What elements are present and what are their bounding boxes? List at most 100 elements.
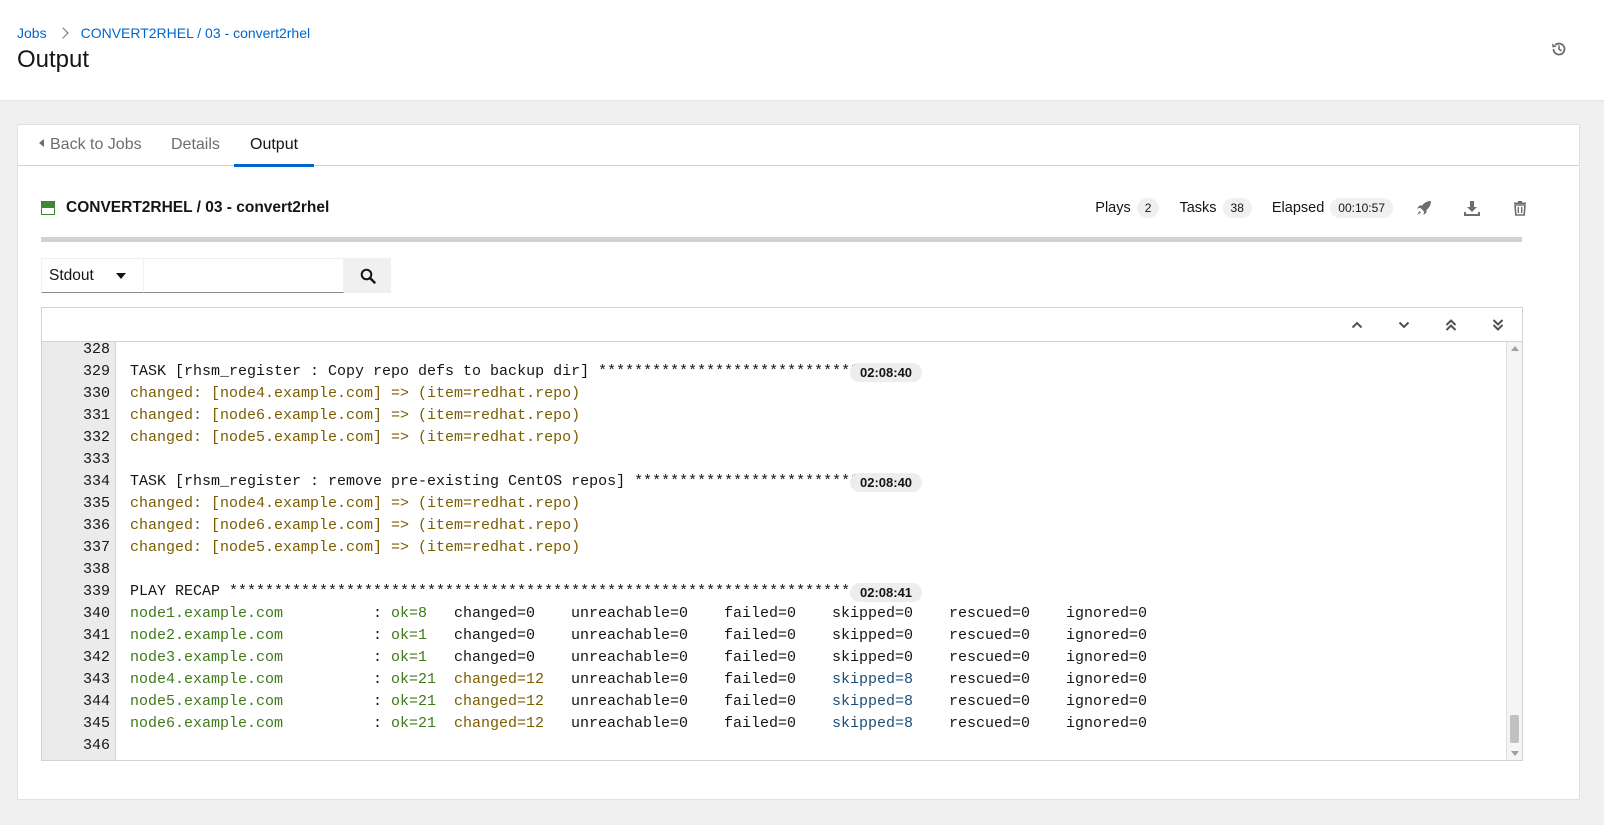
recap-rescued: rescued=0: [949, 671, 1031, 688]
line-number: 338: [82, 561, 110, 578]
tab-details[interactable]: Details: [171, 125, 220, 166]
recap-host: node5.example.com: [130, 693, 284, 710]
output-line: 341 node2.example.com: ok=1 changed=0 unreac…: [42, 625, 1507, 647]
output-lines: 328 329 TASK [rhsm_register : Copy repo de…: [42, 342, 1507, 760]
recap-unreachable: unreachable=0: [571, 649, 689, 666]
output-toolbar: [42, 308, 1522, 342]
recap-host: node3.example.com: [130, 649, 284, 666]
job-stats: Plays 2 Tasks 38 Elapsed 00:10:57: [1095, 193, 1556, 223]
chevron-right-icon: [56, 27, 69, 39]
output-line: 344 node5.example.com: ok=21 changed=12 unre…: [42, 691, 1507, 713]
line-number: 331: [82, 407, 110, 424]
recap-colon: :: [373, 627, 383, 644]
output-line: 338: [42, 559, 1507, 581]
stream-select[interactable]: Stdout: [41, 258, 144, 293]
line-text: changed: [node6.example.com] => (item=re…: [130, 407, 581, 424]
line-number: 342: [82, 649, 110, 666]
output-line: 346: [42, 735, 1507, 757]
line-number: 335: [82, 495, 110, 512]
recap-colon: :: [373, 649, 383, 666]
recap-ignored: ignored=0: [1066, 649, 1148, 666]
recap-unreachable: unreachable=0: [571, 671, 689, 688]
recap-skipped: skipped=0: [832, 605, 914, 622]
line-text: changed: [node5.example.com] => (item=re…: [130, 539, 581, 556]
recap-ok: ok=21: [391, 671, 437, 688]
job-output-panel: 328 329 TASK [rhsm_register : Copy repo de…: [41, 307, 1523, 761]
page-header: Jobs CONVERT2RHEL / 03 - convert2rhel Ou…: [0, 0, 1604, 101]
rocket-icon[interactable]: [1415, 199, 1433, 217]
output-line: 334 TASK [rhsm_register : remove pre-exis…: [42, 471, 1507, 493]
recap-unreachable: unreachable=0: [571, 693, 689, 710]
trash-icon[interactable]: [1511, 199, 1529, 217]
recap-colon: :: [373, 605, 383, 622]
output-line: 343 node4.example.com: ok=21 changed=12 unre…: [42, 669, 1507, 691]
chevron-up-icon[interactable]: [1349, 317, 1365, 333]
line-number: 346: [82, 737, 110, 754]
search-button[interactable]: [344, 258, 391, 293]
output-line: 328: [42, 342, 1507, 361]
recap-unreachable: unreachable=0: [571, 605, 689, 622]
output-scrollbar[interactable]: [1506, 342, 1522, 760]
recap-host: node2.example.com: [130, 627, 284, 644]
line-number: 330: [82, 385, 110, 402]
line-text: changed: [node4.example.com] => (item=re…: [130, 385, 581, 402]
scroll-up-arrow-icon[interactable]: [1511, 346, 1519, 351]
recap-skipped: skipped=8: [832, 671, 914, 688]
tasks-label: Tasks: [1179, 200, 1217, 216]
recap-ok: ok=8: [391, 605, 428, 622]
output-search: Stdout: [41, 258, 391, 293]
line-number: 328: [82, 342, 110, 358]
recap-changed: changed=12: [454, 693, 545, 710]
double-chevron-up-icon[interactable]: [1443, 317, 1459, 333]
plays-count-badge: 2: [1136, 198, 1160, 218]
scrollbar-thumb[interactable]: [1510, 715, 1519, 743]
tab-output[interactable]: Output: [234, 125, 315, 167]
chevron-down-icon[interactable]: [1396, 317, 1412, 333]
recap-changed: changed=12: [454, 671, 545, 688]
timestamp-badge: 02:08:41: [850, 583, 923, 602]
job-output-card: Back to Jobs Details Output CONVERT2RHEL…: [17, 124, 1580, 800]
download-icon[interactable]: [1463, 199, 1481, 217]
recap-changed: changed=0: [454, 649, 536, 666]
recap-host: node1.example.com: [130, 605, 284, 622]
job-name: CONVERT2RHEL / 03 - convert2rhel: [66, 199, 330, 216]
recap-ignored: ignored=0: [1066, 671, 1148, 688]
output-line: 330 changed: [node4.example.com] => (item…: [42, 383, 1507, 405]
tab-back-to-jobs[interactable]: Back to Jobs: [39, 125, 142, 166]
recap-skipped: skipped=0: [832, 627, 914, 644]
timestamp-badge: 02:08:40: [850, 473, 923, 492]
recap-skipped: skipped=8: [832, 715, 914, 732]
recap-ignored: ignored=0: [1066, 715, 1148, 732]
output-line: 332 changed: [node5.example.com] => (item…: [42, 427, 1507, 449]
line-number: 343: [82, 671, 110, 688]
recap-unreachable: unreachable=0: [571, 627, 689, 644]
output-line: 329 TASK [rhsm_register : Copy repo defs …: [42, 361, 1507, 383]
breadcrumb-jobs-link[interactable]: Jobs: [17, 25, 47, 41]
status-running-icon: [41, 201, 55, 215]
line-number: 344: [82, 693, 110, 710]
plays-label: Plays: [1095, 200, 1131, 216]
search-input[interactable]: [144, 258, 344, 293]
timestamp-badge: 02:08:40: [850, 363, 923, 382]
history-icon[interactable]: [1550, 40, 1568, 58]
scroll-down-arrow-icon[interactable]: [1511, 751, 1519, 756]
recap-colon: :: [373, 715, 383, 732]
output-line: 342 node3.example.com: ok=1 changed=0 unreac…: [42, 647, 1507, 669]
line-text: changed: [node5.example.com] => (item=re…: [130, 429, 581, 446]
breadcrumb-job-link[interactable]: CONVERT2RHEL / 03 - convert2rhel: [81, 25, 311, 41]
page-title: Output: [17, 46, 90, 73]
recap-failed: failed=0: [724, 605, 797, 622]
recap-skipped: skipped=8: [832, 693, 914, 710]
recap-failed: failed=0: [724, 671, 797, 688]
recap-changed: changed=0: [454, 605, 536, 622]
recap-skipped: skipped=0: [832, 649, 914, 666]
line-number: 332: [82, 429, 110, 446]
line-text: PLAY RECAP *****************************…: [130, 583, 851, 600]
line-text: TASK [rhsm_register : remove pre-existin…: [130, 473, 860, 490]
recap-failed: failed=0: [724, 649, 797, 666]
line-number: 334: [82, 473, 110, 490]
double-chevron-down-icon[interactable]: [1490, 317, 1506, 333]
recap-rescued: rescued=0: [949, 627, 1031, 644]
tab-bar: Back to Jobs Details Output: [18, 125, 1579, 167]
line-text: changed: [node4.example.com] => (item=re…: [130, 495, 581, 512]
